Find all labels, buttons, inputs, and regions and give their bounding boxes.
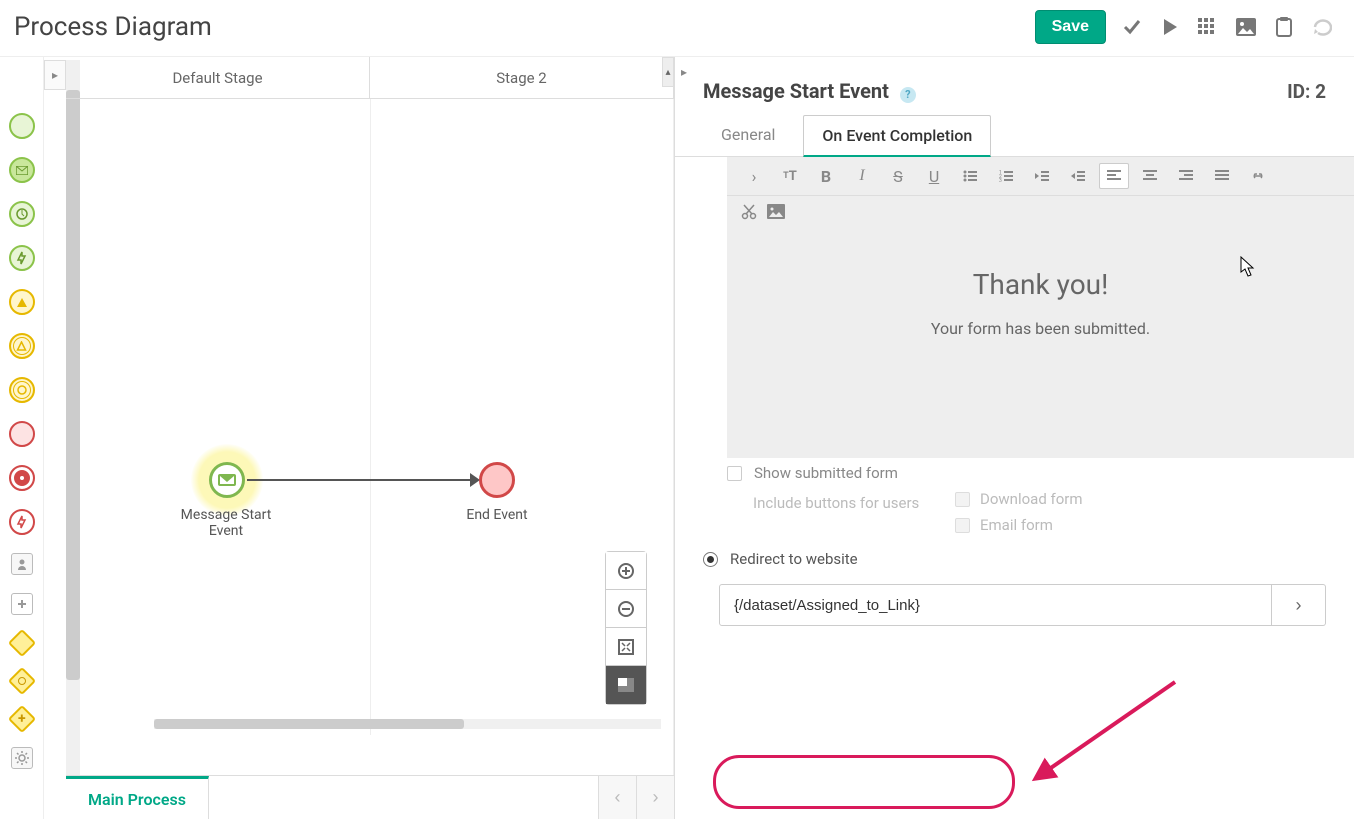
zoom-fit-button[interactable] (606, 628, 646, 666)
rte-bold-icon[interactable]: B (811, 163, 841, 189)
sequence-flow[interactable] (247, 479, 477, 481)
stage-column-2[interactable]: Stage 2 (370, 57, 674, 98)
zoom-in-button[interactable] (606, 552, 646, 590)
validate-icon[interactable] (1120, 15, 1144, 39)
message-start-event-node[interactable] (209, 462, 245, 498)
palette-signal-event[interactable] (9, 245, 35, 271)
palette-settings-icon[interactable] (11, 747, 33, 769)
element-palette: + (0, 57, 44, 819)
rte-expand-icon[interactable]: › (739, 163, 769, 189)
palette-message-event[interactable] (9, 157, 35, 183)
rte-cut-icon[interactable] (741, 204, 757, 220)
scroll-up-button[interactable]: ▴ (662, 57, 674, 87)
palette-gateway-2[interactable] (7, 667, 35, 695)
rte-heading: Thank you! (747, 268, 1334, 301)
start-node-label: Message Start Event (166, 507, 286, 539)
minimap-button[interactable] (606, 666, 646, 704)
show-submitted-row[interactable]: Show submitted form (675, 458, 1354, 488)
help-icon[interactable]: ? (900, 87, 916, 103)
palette-intermediate-timer[interactable] (9, 377, 35, 403)
checkbox-download-form (955, 492, 970, 507)
annotation-arrow (1025, 677, 1185, 787)
page-title: Process Diagram (14, 12, 212, 42)
props-tabs: General On Event Completion (675, 115, 1354, 157)
redirect-url-input[interactable] (719, 584, 1272, 626)
rte-strike-icon[interactable]: S (883, 163, 913, 189)
palette-user-task[interactable] (11, 553, 33, 575)
download-form-option: Download form (955, 490, 1083, 508)
palette-gateway-1[interactable] (7, 629, 35, 657)
email-form-option: Email form (955, 516, 1053, 534)
rte-italic-icon[interactable]: I (847, 163, 877, 189)
svg-text:3: 3 (999, 178, 1002, 182)
header-toolbar: Save (1035, 10, 1334, 44)
rte-editor[interactable]: Thank you! Your form has been submitted. (727, 228, 1354, 458)
rte-align-left-icon[interactable] (1099, 163, 1129, 189)
column-divider (370, 99, 371, 735)
palette-start-event[interactable] (9, 113, 35, 139)
rte-numbers-icon[interactable]: 123 (991, 163, 1021, 189)
stage-column-1[interactable]: Default Stage (66, 57, 370, 98)
redirect-radio-row[interactable]: Redirect to website (675, 534, 1354, 578)
rte-link-icon[interactable] (1243, 163, 1273, 189)
horizontal-scrollbar-thumb[interactable] (154, 719, 464, 729)
rte-toolbar-row1: › TT B I S U 123 (727, 157, 1354, 196)
show-submitted-label: Show submitted form (754, 464, 898, 482)
properties-panel: ▸ Message Start Event ? ID: 2 General On… (674, 57, 1354, 819)
redirect-label: Redirect to website (730, 550, 858, 568)
process-tabs: Main Process ‹ › (66, 775, 674, 819)
zoom-out-button[interactable] (606, 590, 646, 628)
rte-indent-icon[interactable] (1063, 163, 1093, 189)
grid-icon[interactable] (1196, 15, 1220, 39)
palette-intermediate-2[interactable] (9, 333, 35, 359)
play-icon[interactable] (1158, 15, 1182, 39)
palette-end-event[interactable] (9, 421, 35, 447)
end-node-label: End Event (437, 507, 557, 523)
palette-subprocess[interactable] (11, 593, 33, 615)
rte-align-justify-icon[interactable] (1207, 163, 1237, 189)
tab-nav-next[interactable]: › (636, 776, 674, 819)
element-id: ID: 2 (1287, 80, 1326, 103)
palette-error-event[interactable] (9, 509, 35, 535)
palette-terminate-event[interactable] (9, 465, 35, 491)
rte-align-right-icon[interactable] (1171, 163, 1201, 189)
props-title: Message Start Event ? (703, 79, 916, 103)
radio-redirect[interactable] (703, 552, 718, 567)
tab-general[interactable]: General (703, 115, 793, 156)
diagram-canvas[interactable]: Message Start Event End Event (66, 99, 674, 775)
tab-on-event-completion[interactable]: On Event Completion (803, 115, 991, 157)
horizontal-scrollbar[interactable] (154, 719, 661, 729)
zoom-controls (605, 551, 647, 705)
rte-image-icon[interactable] (767, 204, 785, 220)
checkbox-email-form (955, 518, 970, 533)
rte-bullets-icon[interactable] (955, 163, 985, 189)
include-buttons-label: Include buttons for users (753, 494, 919, 512)
save-button[interactable]: Save (1035, 10, 1106, 44)
rte-toolbar-row2 (727, 196, 1354, 228)
rte-body: Your form has been submitted. (747, 319, 1334, 338)
tab-main-process[interactable]: Main Process (66, 776, 209, 819)
panel-collapse-icon[interactable]: ▸ (681, 65, 687, 79)
rte-outdent-icon[interactable] (1027, 163, 1057, 189)
end-event-node[interactable] (479, 462, 515, 498)
clipboard-icon[interactable] (1272, 15, 1296, 39)
rte-fontsize-icon[interactable]: TT (775, 163, 805, 189)
palette-intermediate-1[interactable] (9, 289, 35, 315)
rte-underline-icon[interactable]: U (919, 163, 949, 189)
annotation-highlight (713, 755, 1015, 809)
checkbox-show-submitted[interactable] (727, 466, 742, 481)
tab-nav-prev[interactable]: ‹ (598, 776, 636, 819)
rte-align-center-icon[interactable] (1135, 163, 1165, 189)
redirect-browse-button[interactable]: › (1272, 584, 1326, 626)
palette-timer-event[interactable] (9, 201, 35, 227)
palette-gateway-3[interactable]: + (7, 705, 35, 733)
image-icon[interactable] (1234, 15, 1258, 39)
undo-icon[interactable] (1310, 15, 1334, 39)
stage-header: Default Stage Stage 2 (66, 57, 674, 99)
